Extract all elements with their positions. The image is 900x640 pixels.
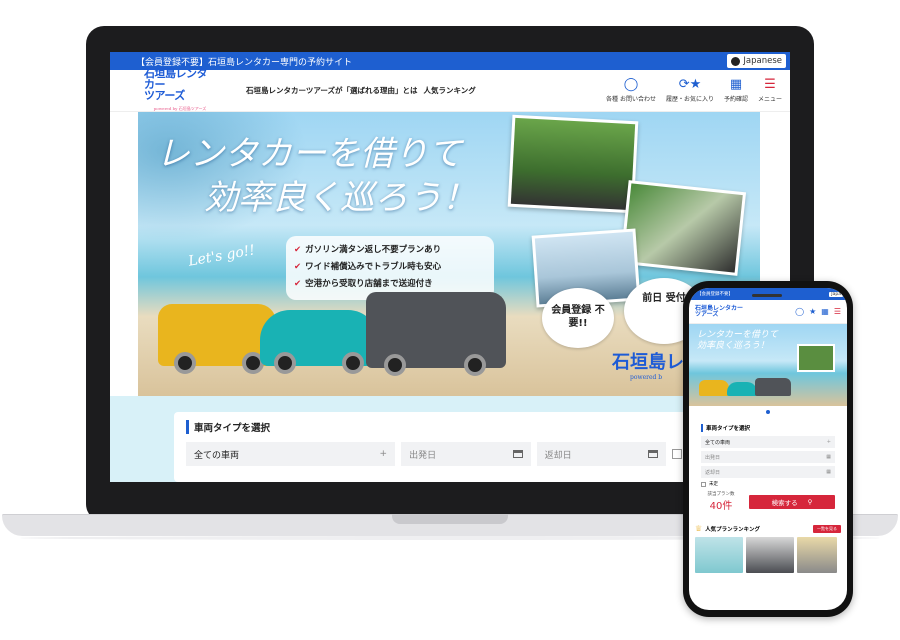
phone-notice: 【会員登録不要】 bbox=[697, 292, 733, 297]
photo-convertible bbox=[797, 344, 835, 372]
language-label: Japanese bbox=[743, 56, 782, 66]
ranking-thumb[interactable] bbox=[695, 537, 743, 573]
header-nav: 石垣島レンタカーツアーズが「選ばれる理由」とは 人気ランキング bbox=[246, 85, 476, 96]
departure-placeholder: 出発日 bbox=[409, 450, 437, 461]
chat-icon: ◯ bbox=[623, 77, 639, 92]
site-header: 石垣島レンタカー ツアーズ powered by 石垣島ツアーズ 石垣島レンタカ… bbox=[110, 68, 790, 114]
check-icon: ✔ bbox=[294, 279, 302, 289]
phone-undecided-checkbox[interactable]: 未定 bbox=[701, 481, 835, 487]
nav-ranking-link[interactable]: 人気ランキング bbox=[424, 85, 476, 96]
plus-icon: + bbox=[379, 449, 388, 459]
car-teal bbox=[727, 382, 757, 396]
wheel bbox=[174, 352, 196, 374]
photo-convertible bbox=[507, 114, 639, 214]
hero-headline: レンタカーを借りて 効率良く巡ろう！ bbox=[156, 132, 476, 220]
menu-button[interactable]: ☰ メニュー bbox=[757, 77, 782, 104]
wheel bbox=[464, 354, 486, 376]
history-favorites-button[interactable]: ⟳★ 履歴・お気に入り bbox=[665, 77, 714, 104]
history-star-icon: ⟳★ bbox=[678, 77, 702, 92]
car-yellow bbox=[699, 380, 729, 396]
departure-date-input[interactable]: 出発日 bbox=[401, 442, 531, 466]
globe-icon bbox=[731, 56, 741, 66]
search-card: 車両タイプを選択 全ての車両 + 出発日 返却日 bbox=[174, 412, 694, 482]
phone-header-icons: ◯ ★ ▦ ☰ bbox=[795, 307, 841, 316]
ranking-header: ♕ 人気プランランキング 一覧を見る bbox=[695, 524, 841, 533]
chat-icon[interactable]: ◯ bbox=[795, 307, 804, 316]
phone-speaker bbox=[752, 294, 782, 297]
logo-line2: ツアーズ bbox=[144, 88, 185, 102]
calendar-icon bbox=[512, 450, 523, 458]
phone-search-bottom: 該当プラン数 40件 検索する ⚲ bbox=[701, 491, 835, 512]
plan-count: 該当プラン数 40件 bbox=[701, 491, 741, 512]
language-selector[interactable]: Japanese bbox=[727, 54, 786, 68]
vehicle-type-value: 全ての車両 bbox=[194, 450, 240, 461]
phone-screen: 【会員登録不要】 Japa 石垣島レンタカー ツアーズ ◯ ★ ▦ ☰ レンタカ… bbox=[689, 288, 847, 610]
reservation-check-button[interactable]: ▦ 予約確認 bbox=[723, 77, 748, 104]
ranking-title: 人気プランランキング bbox=[705, 526, 761, 533]
feature-item: ✔ ワイド補償込みでトラブル時も安心 bbox=[294, 262, 442, 272]
plan-count-value: 40件 bbox=[709, 501, 733, 512]
vehicle-type-title: 車両タイプを選択 bbox=[186, 420, 682, 434]
phone-departure-date-input[interactable]: 出発日 ▦ bbox=[701, 451, 835, 463]
phone-hero-headline: レンタカーを借りて 効率良く巡ろう！ bbox=[697, 330, 779, 351]
view-all-button[interactable]: 一覧を見る bbox=[813, 524, 841, 533]
ranking-thumbnails bbox=[695, 537, 841, 573]
logo-line1: 石垣島レンタカー bbox=[144, 66, 208, 91]
vehicle-type-select[interactable]: 全ての車両 + bbox=[186, 442, 396, 466]
wheel bbox=[384, 354, 406, 376]
no-membership-badge: 会員登録 不要!! bbox=[542, 288, 614, 348]
calendar-icon[interactable]: ▦ bbox=[821, 307, 829, 316]
search-icon: ⚲ bbox=[807, 497, 813, 506]
hero-headline-line2: 効率良く巡ろう！ bbox=[204, 178, 476, 218]
checkbox-box bbox=[701, 481, 706, 487]
phone-hero-banner[interactable]: レンタカーを借りて 効率良く巡ろう！ bbox=[689, 324, 847, 406]
undecided-checkbox[interactable] bbox=[672, 449, 682, 459]
feature-item: ✔ ガソリン満タン返し不要プランあり bbox=[294, 245, 442, 255]
plus-icon: + bbox=[826, 439, 831, 445]
phone-vehicle-type-title: 車両タイプを選択 bbox=[701, 424, 835, 432]
car-gray-minivan bbox=[755, 378, 791, 396]
crown-icon: ♕ bbox=[695, 524, 703, 533]
phone-return-date-input[interactable]: 返却日 ▦ bbox=[701, 466, 835, 478]
hero-headline-line1: レンタカーを借りて bbox=[156, 134, 462, 174]
search-row: 全ての車両 + 出発日 返却日 bbox=[186, 442, 682, 466]
nav-why-chosen-link[interactable]: 石垣島レンタカーツアーズが「選ばれる理由」とは bbox=[246, 85, 418, 96]
reservation-label: 予約確認 bbox=[723, 96, 748, 103]
check-icon: ✔ bbox=[294, 245, 302, 255]
calendar-icon: ▦ bbox=[826, 469, 831, 475]
lets-go-text: Let's go!! bbox=[187, 242, 257, 270]
contact-button[interactable]: ◯ 各種 お問い合わせ bbox=[606, 77, 656, 104]
check-icon: ✔ bbox=[294, 262, 302, 272]
menu-icon: ☰ bbox=[764, 77, 776, 92]
header-icons: ◯ 各種 お問い合わせ ⟳★ 履歴・お気に入り ▦ 予約確認 ☰ メニュー bbox=[606, 77, 782, 104]
ranking-thumb[interactable] bbox=[746, 537, 794, 573]
ranking-thumb[interactable] bbox=[797, 537, 837, 573]
carousel-dots bbox=[689, 406, 847, 418]
calendar-icon: ▦ bbox=[826, 454, 831, 460]
feature-list: ✔ ガソリン満タン返し不要プランあり ✔ ワイド補償込みでトラブル時も安心 ✔ 空港か… bbox=[286, 236, 494, 300]
phone-header: 石垣島レンタカー ツアーズ ◯ ★ ▦ ☰ bbox=[689, 300, 847, 324]
site-logo[interactable]: 石垣島レンタカー ツアーズ powered by 石垣島ツアーズ bbox=[144, 68, 216, 114]
search-button[interactable]: 検索する ⚲ bbox=[749, 494, 835, 509]
phone-logo[interactable]: 石垣島レンタカー ツアーズ bbox=[695, 305, 743, 318]
history-label: 履歴・お気に入り bbox=[665, 96, 714, 103]
return-placeholder: 返却日 bbox=[544, 450, 572, 461]
feature-item: ✔ 空港から受取り店舗まで送迎付き bbox=[294, 279, 433, 289]
wheel bbox=[342, 352, 364, 374]
wheel bbox=[274, 352, 296, 374]
return-date-input[interactable]: 返却日 bbox=[536, 442, 667, 466]
menu-icon[interactable]: ☰ bbox=[834, 307, 841, 316]
calendar-icon bbox=[648, 450, 659, 458]
phone-vehicle-type-select[interactable]: 全ての車両 + bbox=[701, 436, 835, 448]
photo-driver bbox=[619, 180, 747, 276]
contact-label: 各種 お問い合わせ bbox=[606, 96, 656, 103]
laptop-notch bbox=[392, 514, 508, 524]
menu-label: メニュー bbox=[757, 96, 782, 103]
hero-banner[interactable]: レンタカーを借りて 効率良く巡ろう！ Let's go!! ✔ ガソリン満タン返し… bbox=[138, 112, 760, 396]
carousel-dot-active[interactable] bbox=[766, 410, 770, 414]
phone-search-card: 車両タイプを選択 全ての車両 + 出発日 ▦ 返却日 ▦ 未定 該当プラン数 40件 … bbox=[695, 420, 841, 516]
calendar-icon: ▦ bbox=[729, 77, 743, 92]
history-star-icon[interactable]: ★ bbox=[809, 307, 816, 316]
